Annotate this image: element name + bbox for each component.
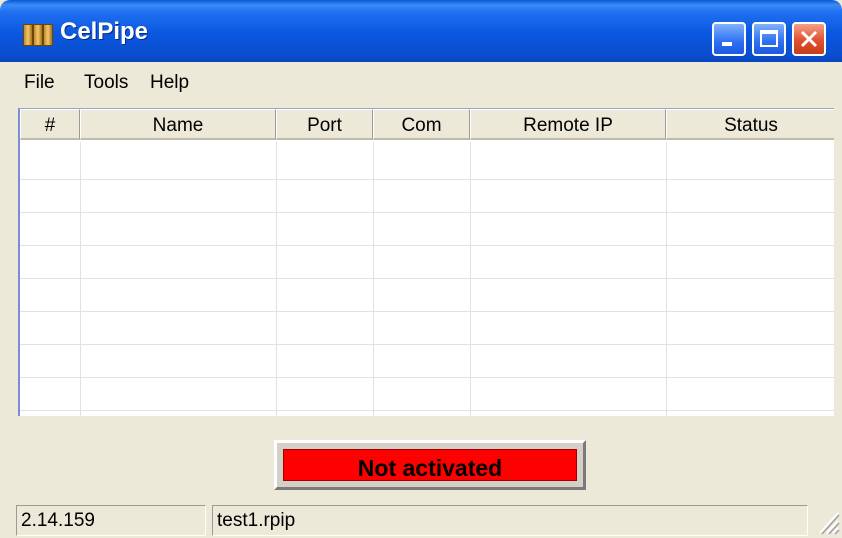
grid-line	[373, 142, 374, 416]
version-pane: 2.14.159	[16, 505, 206, 536]
grid-line	[20, 410, 834, 411]
close-button[interactable]	[792, 22, 826, 56]
menu-help[interactable]: Help	[150, 72, 189, 94]
minimize-button[interactable]	[712, 22, 746, 56]
grid-line	[276, 142, 277, 416]
file-pane: test1.rpip	[212, 505, 808, 536]
grid-line	[470, 142, 471, 416]
activation-label: Not activated	[357, 455, 503, 481]
status-bar: 2.14.159 test1.rpip	[0, 503, 842, 538]
maximize-button[interactable]	[752, 22, 786, 56]
column-header-remote-ip[interactable]: Remote IP	[470, 109, 666, 140]
grid-line	[20, 179, 834, 180]
app-window: CelPipe File Tools Help # Name Port Com …	[0, 0, 842, 538]
column-header-status[interactable]: Status	[666, 109, 834, 140]
maximize-icon	[760, 30, 778, 47]
app-icon	[22, 22, 53, 46]
grid-line	[20, 344, 834, 345]
column-header-name[interactable]: Name	[80, 109, 276, 140]
window-title: CelPipe	[60, 18, 149, 45]
minimize-icon	[722, 42, 732, 46]
grid-line	[20, 212, 834, 213]
resize-grip-icon[interactable]	[812, 505, 840, 535]
title-bar[interactable]: CelPipe	[0, 0, 842, 62]
grid-line	[20, 278, 834, 279]
grid-line	[20, 245, 834, 246]
connections-table[interactable]: # Name Port Com Remote IP Status	[18, 108, 834, 416]
grid-line	[20, 311, 834, 312]
grid-line	[80, 142, 81, 416]
grid-line	[666, 142, 667, 416]
menu-tools[interactable]: Tools	[84, 72, 128, 94]
grid-line	[20, 377, 834, 378]
close-icon	[800, 30, 818, 48]
column-header-number[interactable]: #	[20, 109, 80, 140]
menu-file[interactable]: File	[24, 72, 55, 94]
column-header-com[interactable]: Com	[373, 109, 470, 140]
menu-bar: File Tools Help	[0, 62, 842, 106]
activation-indicator: Not activated	[283, 449, 577, 481]
activation-button[interactable]: Not activated	[274, 440, 586, 490]
table-header: # Name Port Com Remote IP Status	[20, 109, 834, 142]
column-header-port[interactable]: Port	[276, 109, 373, 140]
